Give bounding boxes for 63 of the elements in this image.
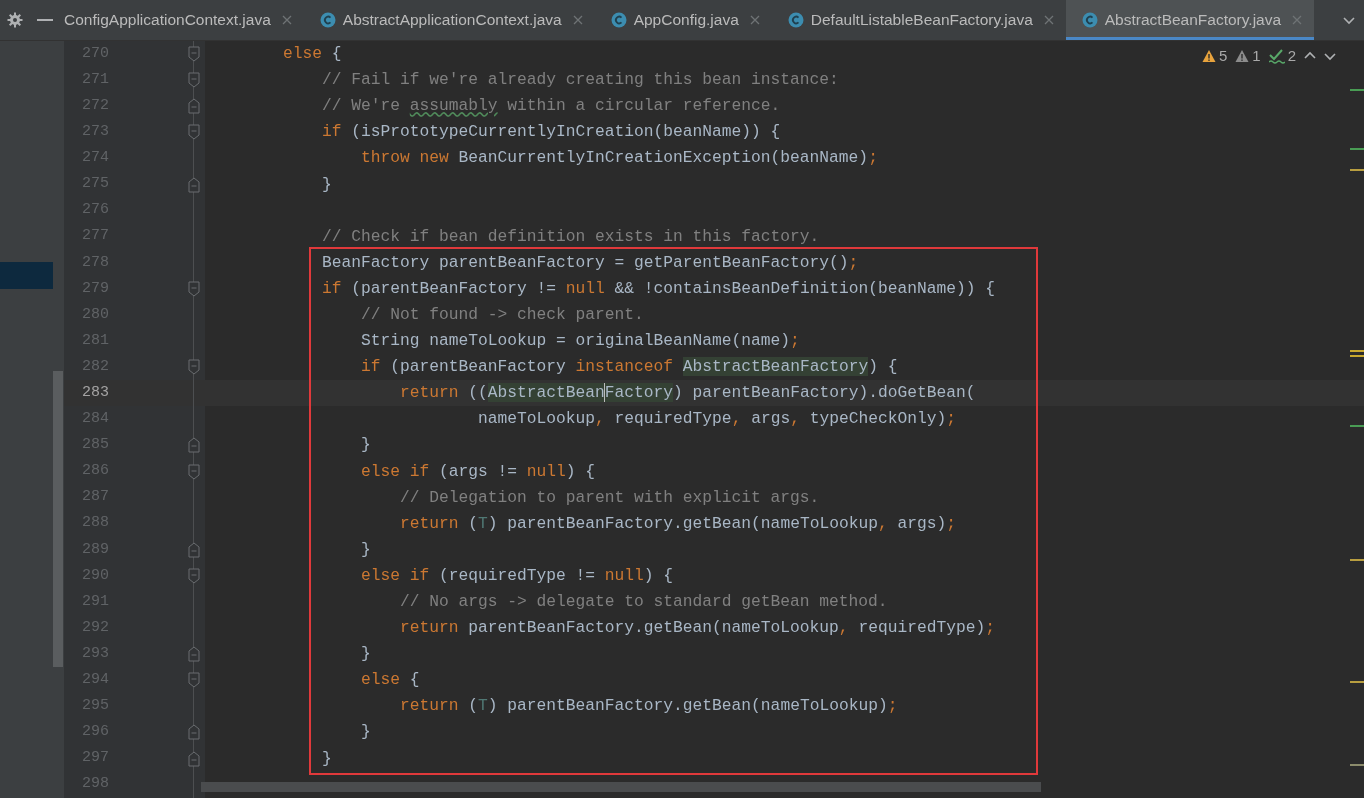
fold-icon[interactable] — [188, 437, 200, 454]
file-tab[interactable]: AppConfig.java — [594, 0, 772, 40]
close-icon[interactable] — [1043, 15, 1054, 25]
code-line: else if (requiredType != null) { — [360, 565, 674, 586]
code-line: throw new BeanCurrentlyInCreationException(beanName); — [360, 148, 878, 169]
code-line: } — [360, 539, 371, 560]
code-line: BeanFactory parentBeanFactory = getParentBeanFactory(); — [321, 252, 859, 273]
close-icon[interactable] — [749, 15, 760, 25]
fold-icon[interactable] — [188, 176, 200, 193]
file-tab[interactable]: AbstractApplicationContext.java — [303, 0, 595, 40]
check-icon — [1268, 48, 1285, 64]
next-icon[interactable] — [1324, 50, 1336, 63]
file-tab[interactable]: AbstractBeanFactory.java — [1065, 0, 1315, 40]
close-icon[interactable] — [1292, 15, 1303, 25]
code-line: // Delegation to parent with explicit args. — [399, 487, 820, 508]
fold-icon[interactable] — [188, 98, 200, 115]
inspection-counter[interactable]: 2 — [1268, 45, 1296, 68]
fold-icon[interactable] — [188, 124, 200, 141]
code-line: String nameToLookup = originalBeanName(name); — [360, 331, 800, 352]
fold-icon[interactable] — [188, 646, 200, 663]
code-line: nameToLookup, requiredType, args, typeCheckOnly); — [477, 409, 956, 430]
fold-icon[interactable] — [188, 72, 200, 89]
code-line: else { — [282, 44, 342, 65]
scrollbar-thumb[interactable] — [201, 782, 1041, 792]
code-line: return (T) parentBeanFactory.getBean(nameToLookup, args); — [399, 513, 956, 534]
inspection-counter[interactable]: 5 — [1201, 45, 1228, 68]
minus-icon — [37, 19, 53, 21]
fold-icon[interactable] — [188, 280, 200, 297]
line-number: 283 — [81, 383, 109, 403]
fold-icon[interactable] — [188, 750, 200, 767]
code-line: else { — [360, 670, 420, 691]
fold-icon[interactable] — [188, 672, 200, 689]
code-line: // Not found -> check parent. — [360, 305, 644, 325]
close-icon[interactable] — [572, 15, 583, 25]
code-line: } — [360, 644, 371, 665]
fold-icon[interactable] — [188, 567, 200, 584]
file-tab[interactable]: ConfigApplicationContext.java — [64, 0, 304, 40]
fold-icon[interactable] — [188, 359, 200, 376]
inspection-counter[interactable]: 1 — [1235, 45, 1261, 68]
scrollbar-thumb[interactable] — [53, 371, 63, 667]
file-tab[interactable]: DefaultListableBeanFactory.java — [771, 0, 1066, 40]
code-line: if (isPrototypeCurrentlyInCreation(beanName)) { — [321, 122, 781, 143]
fold-icon[interactable] — [188, 463, 200, 480]
code-line: return ((AbstractBeanFactory) parentBeanFactory).doGetBean( — [399, 383, 976, 404]
code-line: return (T) parentBeanFactory.getBean(nameToLookup); — [399, 696, 898, 717]
code-line: else if (args != null) { — [360, 461, 596, 482]
code-line: // We're assumably within a circular reference. — [321, 96, 781, 117]
code-line: // Fail if we're already creating this bean instance: — [321, 70, 839, 91]
fold-icon[interactable] — [188, 46, 200, 63]
code-line: } — [321, 748, 332, 769]
code-line: // Check if bean definition exists in this factory. — [321, 226, 820, 247]
warning-icon — [1235, 49, 1250, 64]
code-line: return parentBeanFactory.getBean(nameToLookup, requiredType); — [399, 618, 995, 639]
code-line: // No args -> delegate to standard getBean method. — [399, 592, 888, 612]
fold-icon[interactable] — [188, 541, 200, 558]
close-icon[interactable] — [281, 15, 292, 25]
settings-icon — [7, 12, 23, 28]
code-line: if (parentBeanFactory instanceof AbstractBeanFactory) { — [360, 357, 898, 378]
fold-icon[interactable] — [188, 724, 200, 741]
code-line: } — [321, 174, 332, 195]
code-line: } — [360, 722, 371, 743]
code-line: if (parentBeanFactory != null && !containsBeanDefinition(beanName)) { — [321, 278, 995, 299]
code-line: } — [360, 435, 371, 456]
